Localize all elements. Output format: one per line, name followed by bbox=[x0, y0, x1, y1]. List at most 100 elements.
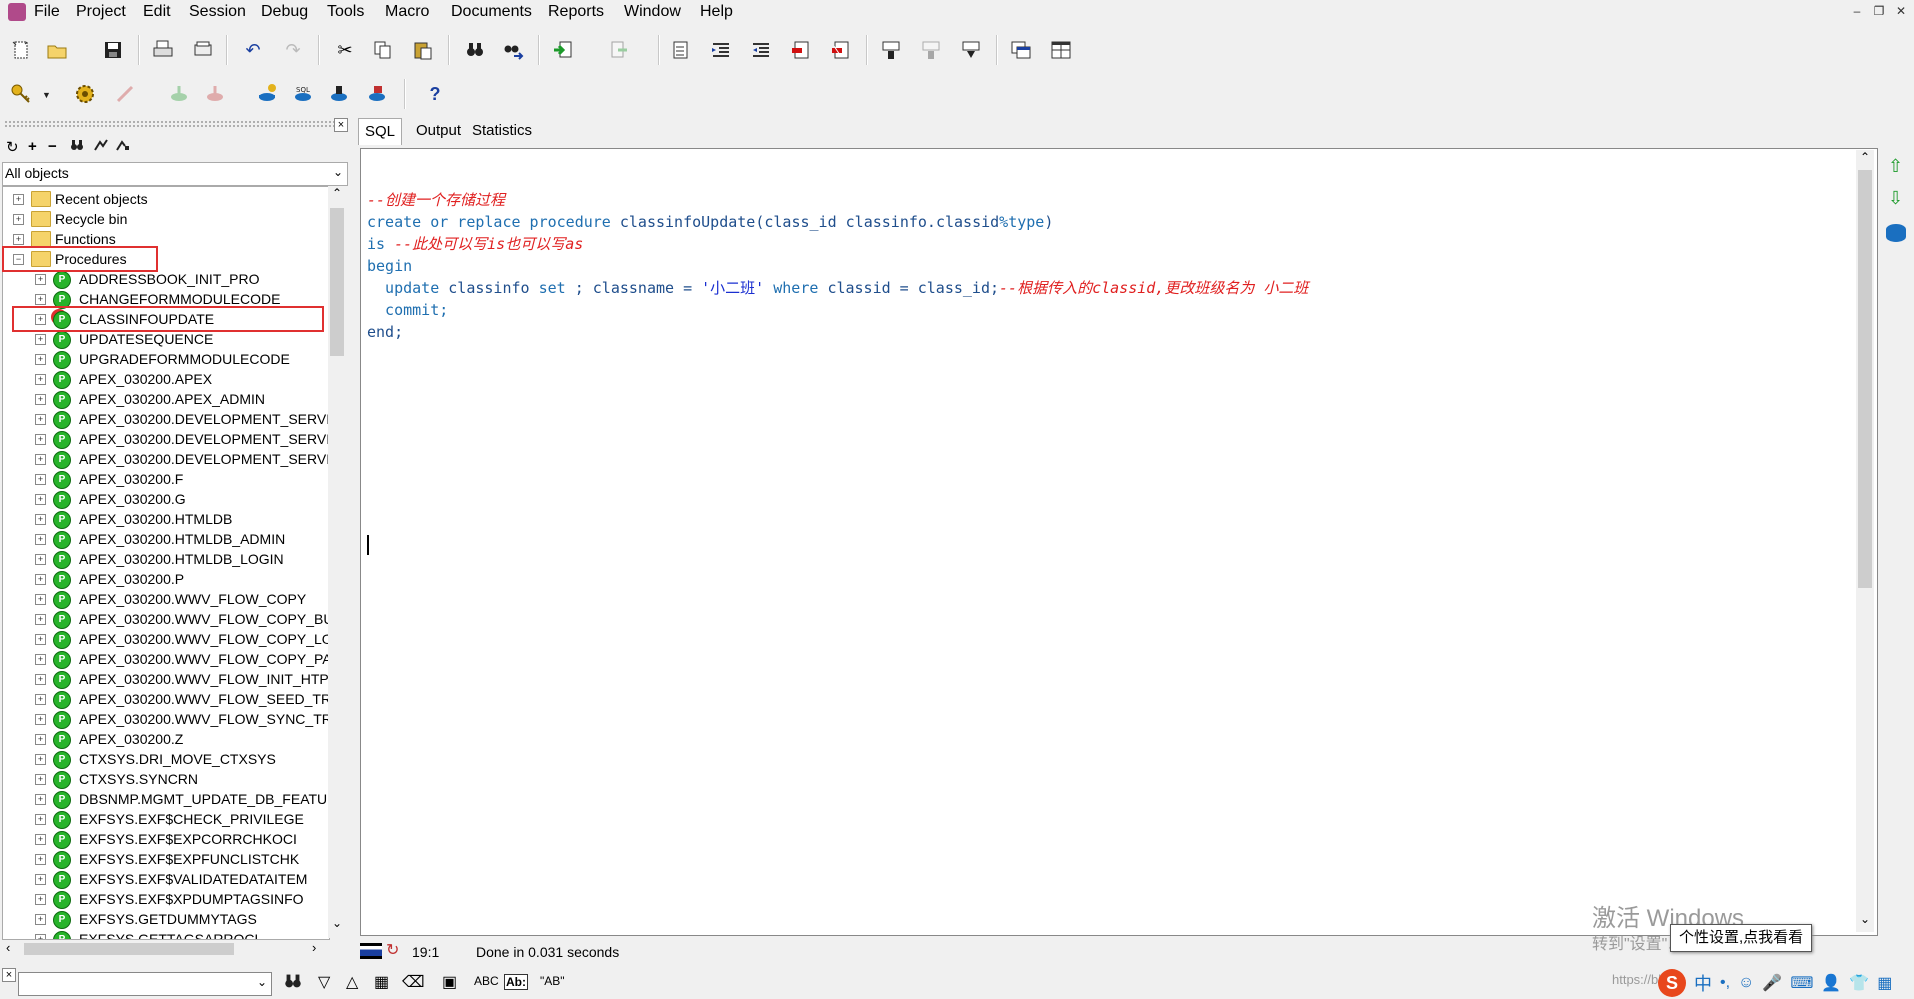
tree-horizontal-scrollbar[interactable]: ‹ › bbox=[2, 940, 328, 958]
tree-item-procedure[interactable]: + P APEX_030200.APEX bbox=[3, 369, 323, 389]
tree-item-procedure[interactable]: + P APEX_030200.G bbox=[3, 489, 323, 509]
menu-session[interactable]: Session bbox=[189, 3, 246, 21]
minimize-icon[interactable]: – bbox=[1848, 4, 1866, 20]
tree-item-procedure[interactable]: + P UPGRADEFORMMODULECODE bbox=[3, 349, 323, 369]
expand-icon[interactable]: + bbox=[13, 234, 24, 245]
tab-sql[interactable]: SQL bbox=[358, 118, 403, 145]
expand-icon[interactable]: + bbox=[35, 694, 46, 705]
tree-item-procedure[interactable]: + P EXFSYS.GETDUMMYTAGS bbox=[3, 909, 323, 929]
tab-output[interactable]: Output bbox=[410, 118, 467, 144]
expand-icon[interactable]: + bbox=[13, 194, 24, 205]
print-icon[interactable] bbox=[148, 35, 178, 65]
cut-icon[interactable]: ✂ bbox=[330, 35, 360, 65]
save-icon[interactable] bbox=[98, 35, 128, 65]
report-window-icon[interactable] bbox=[362, 79, 392, 109]
redo-icon[interactable]: ↷ bbox=[278, 35, 308, 65]
sql-icon[interactable]: SQL bbox=[288, 79, 318, 109]
tree-item-procedure[interactable]: + P APEX_030200.WWV_FLOW_SEED_TR bbox=[3, 689, 329, 709]
tree-item-procedure[interactable]: + P APEX_030200.WWV_FLOW_SYNC_TR bbox=[3, 709, 329, 729]
scroll-up-icon[interactable]: ⌃ bbox=[1856, 150, 1874, 168]
tree-item-procedure[interactable]: + P DBSNMP.MGMT_UPDATE_DB_FEATUF bbox=[3, 789, 329, 809]
expand-icon[interactable]: + bbox=[28, 138, 37, 155]
new-sql-window-icon[interactable] bbox=[252, 79, 282, 109]
comment-icon[interactable] bbox=[786, 35, 816, 65]
expand-icon[interactable]: + bbox=[35, 894, 46, 905]
step-icon[interactable] bbox=[604, 35, 634, 65]
find-object-icon[interactable] bbox=[70, 138, 84, 156]
expand-icon[interactable]: + bbox=[35, 454, 46, 465]
menu-debug[interactable]: Debug bbox=[261, 3, 308, 21]
tree-item-procedure[interactable]: + P EXFSYS.EXF$XPDUMPTAGSINFO bbox=[3, 889, 323, 909]
punctuation-icon[interactable]: •, bbox=[1720, 974, 1730, 992]
scroll-down-icon[interactable]: ⌄ bbox=[1856, 912, 1874, 930]
expand-icon[interactable]: + bbox=[35, 814, 46, 825]
tree-item-procedure[interactable]: + P APEX_030200.P bbox=[3, 569, 323, 589]
scroll-left-icon[interactable]: ‹ bbox=[6, 940, 10, 955]
menu-help[interactable]: Help bbox=[700, 3, 733, 21]
chevron-down-icon[interactable]: ⌄ bbox=[257, 975, 267, 989]
menu-reports[interactable]: Reports bbox=[548, 3, 604, 21]
undo-icon[interactable]: ↶ bbox=[238, 35, 268, 65]
object-filter-select[interactable]: All objects ⌄ bbox=[2, 162, 348, 186]
expand-icon[interactable]: + bbox=[35, 634, 46, 645]
tree-item-procedure[interactable]: + P EXFSYS.EXF$EXPFUNCLISTCHK bbox=[3, 849, 323, 869]
break-icon[interactable] bbox=[916, 35, 946, 65]
quoted-button[interactable]: "AB" bbox=[540, 974, 565, 988]
session-icon[interactable] bbox=[70, 79, 100, 109]
microphone-icon[interactable]: 🎤 bbox=[1762, 973, 1782, 993]
expand-icon[interactable]: + bbox=[35, 414, 46, 425]
tree-item-procedure[interactable]: + P APEX_030200.DEVELOPMENT_SERVIC bbox=[3, 449, 329, 469]
expand-icon[interactable]: + bbox=[35, 494, 46, 505]
refresh-icon[interactable]: ↻ bbox=[6, 138, 19, 156]
database-icon[interactable] bbox=[1886, 224, 1906, 242]
tree-scroll-thumb[interactable] bbox=[330, 208, 344, 356]
filter-icon[interactable] bbox=[94, 138, 108, 156]
tree-item-procedure[interactable]: + P APEX_030200.WWV_FLOW_COPY bbox=[3, 589, 323, 609]
expand-icon[interactable]: + bbox=[35, 514, 46, 525]
new-icon[interactable] bbox=[6, 35, 36, 65]
tree-item-procedure[interactable]: + P EXFSYS.EXF$CHECK_PRIVILEGE bbox=[3, 809, 323, 829]
expand-icon[interactable]: + bbox=[35, 534, 46, 545]
expand-icon[interactable]: + bbox=[35, 394, 46, 405]
collapse-icon[interactable]: − bbox=[48, 138, 57, 155]
copy-icon[interactable] bbox=[368, 35, 398, 65]
tree-item-procedure[interactable]: + P APEX_030200.DEVELOPMENT_SERVIC bbox=[3, 429, 329, 449]
execute-icon[interactable] bbox=[548, 35, 578, 65]
tree-item-procedure[interactable]: + P APEX_030200.WWV_FLOW_COPY_BU bbox=[3, 609, 329, 629]
tree-hscroll-thumb[interactable] bbox=[24, 943, 234, 955]
refresh-status-icon[interactable]: ↻ bbox=[386, 940, 399, 960]
print-preview-icon[interactable] bbox=[188, 35, 218, 65]
grid-menu-icon[interactable]: ▦ bbox=[1877, 973, 1892, 993]
tree-item-procedure[interactable]: + P EXFSYS.EXF$VALIDATEDATAITEM bbox=[3, 869, 323, 889]
chevron-down-icon[interactable]: ⌄ bbox=[333, 165, 343, 179]
tree-item-procedure[interactable]: + P APEX_030200.APEX_ADMIN bbox=[3, 389, 323, 409]
tree-item-procedure[interactable]: + P UPDATESEQUENCE bbox=[3, 329, 323, 349]
find-input[interactable]: ⌄ bbox=[18, 972, 272, 996]
expand-icon[interactable]: + bbox=[35, 914, 46, 925]
find-icon[interactable] bbox=[460, 35, 490, 65]
expand-icon[interactable]: + bbox=[35, 574, 46, 585]
expand-icon[interactable]: + bbox=[35, 374, 46, 385]
indent-icon[interactable] bbox=[706, 35, 736, 65]
panel-grip[interactable] bbox=[4, 120, 334, 128]
close-icon[interactable]: ✕ bbox=[1892, 4, 1910, 20]
menu-project[interactable]: Project bbox=[76, 3, 126, 21]
tree-item-procedure[interactable]: + P APEX_030200.WWV_FLOW_COPY_PA bbox=[3, 649, 329, 669]
expand-icon[interactable]: + bbox=[35, 754, 46, 765]
paste-icon[interactable] bbox=[408, 35, 438, 65]
arrow-down-icon[interactable]: ⇩ bbox=[1888, 188, 1903, 209]
expand-icon[interactable]: + bbox=[35, 554, 46, 565]
commit-icon[interactable] bbox=[666, 35, 696, 65]
expand-icon[interactable]: + bbox=[35, 854, 46, 865]
menu-macro[interactable]: Macro bbox=[385, 3, 429, 21]
filter-edit-icon[interactable] bbox=[116, 138, 130, 156]
expand-icon[interactable]: + bbox=[35, 294, 46, 305]
chinese-mode-indicator[interactable]: 中 bbox=[1694, 970, 1712, 996]
db-rollback-icon[interactable] bbox=[200, 79, 230, 109]
uncomment-icon[interactable] bbox=[826, 35, 856, 65]
user-icon[interactable]: 👤 bbox=[1821, 973, 1841, 993]
sogou-icon[interactable]: S bbox=[1658, 968, 1686, 997]
tab-statistics[interactable]: Statistics bbox=[466, 118, 538, 144]
tree-item-procedure[interactable]: + P ADDRESSBOOK_INIT_PRO bbox=[3, 269, 323, 289]
expand-icon[interactable]: + bbox=[35, 274, 46, 285]
